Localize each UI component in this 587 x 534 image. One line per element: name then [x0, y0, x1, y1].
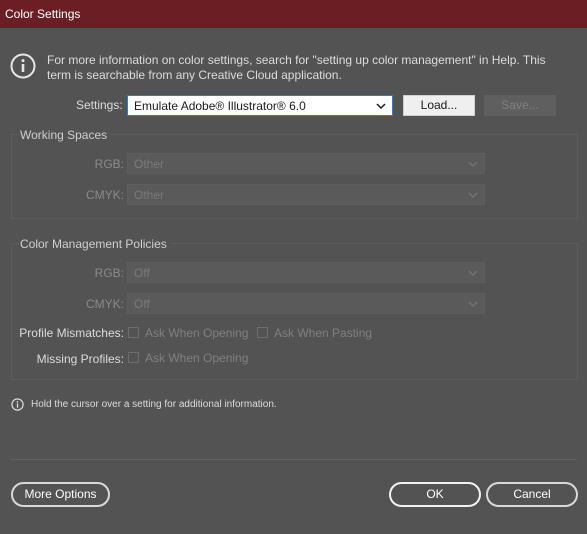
missing-ask-when-opening-checkbox[interactable]: [128, 352, 139, 363]
policies-title: Color Management Policies: [20, 237, 171, 251]
rgb-working-value: Other: [134, 157, 165, 171]
rgb-working-dropdown[interactable]: Other: [127, 153, 485, 174]
ask-when-pasting-checkbox[interactable]: [257, 327, 268, 338]
chevron-down-icon: [468, 161, 478, 168]
cmyk-policy-label: CMYK:: [85, 297, 124, 311]
cmyk-policy-dropdown[interactable]: Off: [127, 293, 485, 314]
ask-when-opening-checkbox[interactable]: [128, 327, 139, 338]
save-button[interactable]: Save...: [484, 95, 556, 116]
settings-label: Settings:: [76, 98, 123, 112]
title-bar: Color Settings: [0, 0, 587, 28]
cmyk-policy-value: Off: [134, 297, 150, 311]
info-icon: [10, 53, 36, 79]
info-message: For more information on color settings, …: [47, 53, 546, 82]
cmyk-working-label: CMYK:: [85, 188, 124, 202]
working-spaces-group: [11, 134, 578, 219]
info-icon: [11, 398, 24, 411]
ask-when-opening-label: Ask When Opening: [145, 326, 249, 340]
rgb-policy-dropdown[interactable]: Off: [127, 262, 485, 283]
rgb-policy-label: RGB:: [94, 266, 124, 280]
load-button[interactable]: Load...: [403, 95, 475, 116]
settings-dropdown[interactable]: Emulate Adobe® Illustrator® 6.0: [127, 95, 393, 116]
chevron-down-icon: [376, 103, 386, 110]
ask-when-pasting-label: Ask When Pasting: [274, 326, 373, 340]
chevron-down-icon: [468, 270, 478, 277]
chevron-down-icon: [468, 192, 478, 199]
cancel-button[interactable]: Cancel: [486, 482, 578, 507]
footer-divider: [10, 459, 577, 460]
hint-text: Hold the cursor over a setting for addit…: [31, 399, 277, 410]
missing-ask-when-opening-label: Ask When Opening: [145, 351, 249, 365]
cmyk-working-dropdown[interactable]: Other: [127, 184, 485, 205]
chevron-down-icon: [468, 301, 478, 308]
cmyk-working-value: Other: [134, 188, 165, 202]
settings-selected-value: Emulate Adobe® Illustrator® 6.0: [134, 99, 306, 113]
window-title: Color Settings: [5, 7, 81, 21]
more-options-button[interactable]: More Options: [11, 482, 110, 507]
rgb-working-label: RGB:: [94, 157, 124, 171]
missing-profiles-label: Missing Profiles:: [36, 352, 124, 366]
ok-button[interactable]: OK: [389, 482, 481, 507]
working-spaces-title: Working Spaces: [20, 128, 112, 142]
rgb-policy-value: Off: [134, 266, 150, 280]
profile-mismatches-label: Profile Mismatches:: [19, 326, 124, 340]
